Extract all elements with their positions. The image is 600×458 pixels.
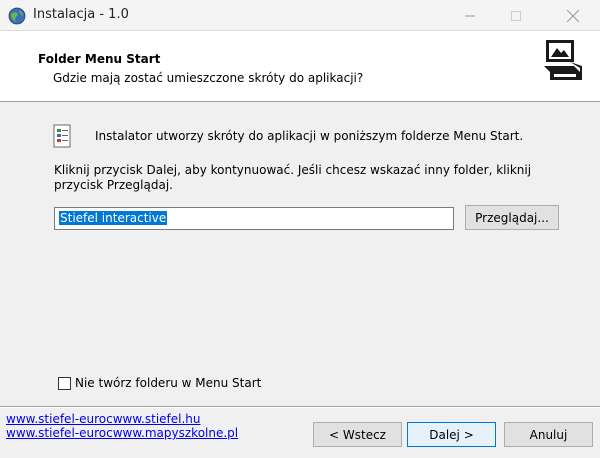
intro-text: Instalator utworzy skróty do aplikacji w… <box>95 129 524 143</box>
page-subtitle: Gdzie mają zostać umieszczone skróty do … <box>53 71 364 85</box>
cancel-button[interactable]: Anuluj <box>504 422 593 447</box>
title-bar: Instalacja - 1.0 <box>0 0 600 31</box>
page-title: Folder Menu Start <box>38 52 161 66</box>
window-title: Instalacja - 1.0 <box>33 7 129 22</box>
close-icon[interactable] <box>550 0 596 31</box>
instructions-text: Kliknij przycisk Dalej, aby kontynuować.… <box>54 163 532 192</box>
next-button[interactable]: Dalej > <box>407 422 496 447</box>
no-folder-checkbox[interactable] <box>58 376 71 390</box>
website-link-1[interactable]: www.stiefel-eurocwww.stiefel.hu <box>6 412 201 426</box>
no-folder-option[interactable]: Nie twórz folderu w Menu Start <box>58 376 261 390</box>
computer-box-icon <box>540 36 586 85</box>
wizard-header: Folder Menu Start Gdzie mają zostać umie… <box>0 31 600 102</box>
globe-icon <box>8 7 26 25</box>
back-button[interactable]: < Wstecz <box>313 422 402 447</box>
maximize-icon[interactable] <box>493 0 539 31</box>
website-link-2[interactable]: www.stiefel-eurocwww.mapyszkolne.pl <box>6 426 238 440</box>
footer-divider-highlight <box>0 407 600 408</box>
no-folder-label[interactable]: Nie twórz folderu w Menu Start <box>75 376 261 390</box>
start-menu-folder-icon <box>53 124 71 148</box>
folder-input-value: Stiefel interactive <box>59 211 168 225</box>
browse-button[interactable]: Przeglądaj... <box>465 205 559 230</box>
minimize-icon[interactable] <box>447 0 493 31</box>
start-menu-folder-input[interactable]: Stiefel interactive <box>54 207 454 230</box>
